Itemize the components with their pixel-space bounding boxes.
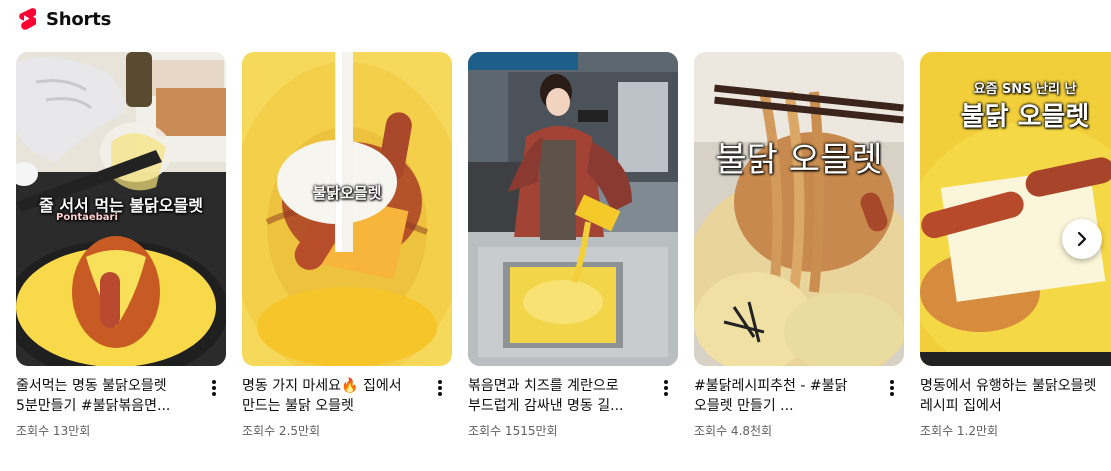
short-thumbnail[interactable]: 요즘 SNS 난리 난 불닭 오믈렛	[920, 52, 1111, 366]
more-vert-icon	[438, 380, 442, 396]
chevron-right-icon	[1077, 232, 1087, 246]
short-view-count: 조회수 1.2만회	[920, 424, 999, 438]
short-view-count: 조회수 2.5만회	[242, 424, 321, 438]
short-card[interactable]: 볶음면과 치즈를 계란으로 부드럽게 감싸낸 명동 길... 조회수 1515만…	[468, 52, 678, 439]
thumbnail-watermark: Pontaebari	[56, 212, 118, 223]
more-vert-icon	[212, 380, 216, 396]
more-vert-icon	[890, 380, 894, 396]
thumbnail-image	[242, 52, 452, 366]
more-actions-button[interactable]	[202, 376, 226, 400]
short-card[interactable]: 불닭오믈렛 명동 가지 마세요🔥 집에서 만드는 불닭 오믈렛 조회수 2.5만…	[242, 52, 452, 439]
short-card[interactable]: 불닭 오믈렛 #불닭레시피추천 - #불닭 오믈렛 만들기 ... 조회수 4.…	[694, 52, 904, 439]
short-card[interactable]: 줄 서서 먹는 불닭오믈렛 Pontaebari 줄서먹는 명동 불닭오믈렛 5…	[16, 52, 226, 439]
short-title[interactable]: 명동 가지 마세요🔥 집에서 만드는 불닭 오믈렛	[242, 376, 424, 416]
thumbnail-image	[468, 52, 678, 366]
short-view-count: 조회수 1515만회	[468, 424, 558, 438]
short-thumbnail[interactable]: 불닭 오믈렛	[694, 52, 904, 366]
short-title[interactable]: #불닭레시피추천 - #불닭 오믈렛 만들기 ...	[694, 376, 876, 416]
short-title[interactable]: 볶음면과 치즈를 계란으로 부드럽게 감싸낸 명동 길...	[468, 376, 650, 416]
more-vert-icon	[664, 380, 668, 396]
thumbnail-overlay-text: 불닭 오믈렛	[715, 140, 883, 180]
short-thumbnail[interactable]: 불닭오믈렛	[242, 52, 452, 366]
more-actions-button[interactable]	[654, 376, 678, 400]
short-title[interactable]: 명동에서 유행하는 불닭오믈렛 레시피 집에서	[920, 376, 1102, 416]
short-view-count: 조회수 4.8천회	[694, 424, 773, 438]
more-actions-button[interactable]	[428, 376, 452, 400]
shorts-logo-icon	[19, 8, 36, 30]
shelf-title: Shorts	[46, 8, 112, 30]
next-shorts-button[interactable]	[1062, 219, 1102, 259]
short-thumbnail[interactable]	[468, 52, 678, 366]
more-actions-button[interactable]	[880, 376, 904, 400]
short-title[interactable]: 줄서먹는 명동 불닭오믈렛 5분만들기 #불닭볶음면...	[16, 376, 198, 416]
short-thumbnail[interactable]: 줄 서서 먹는 불닭오믈렛 Pontaebari	[16, 52, 226, 366]
thumbnail-overlay-top-text: 요즘 SNS 난리 난	[973, 82, 1077, 97]
shorts-shelf: 줄 서서 먹는 불닭오믈렛 Pontaebari 줄서먹는 명동 불닭오믈렛 5…	[16, 52, 1111, 452]
thumbnail-overlay-text: 불닭 오믈렛	[960, 102, 1090, 132]
shorts-header: Shorts	[16, 6, 111, 32]
short-view-count: 조회수 13만회	[16, 424, 91, 438]
thumbnail-overlay-text: 불닭오믈렛	[312, 184, 382, 202]
thumbnail-image	[694, 52, 904, 366]
